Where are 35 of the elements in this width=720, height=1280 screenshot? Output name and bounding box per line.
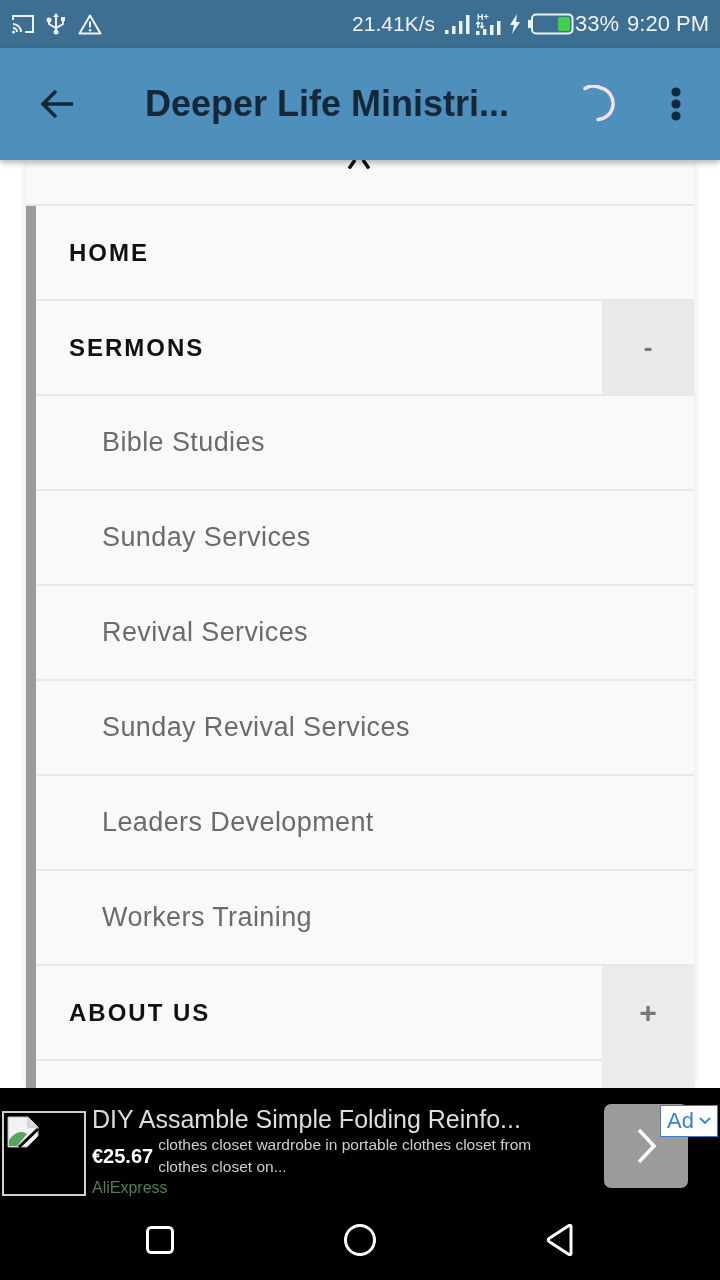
submenu-link[interactable]: Leaders Development: [36, 776, 694, 869]
submenu-link[interactable]: Sunday Revival Services: [36, 681, 694, 774]
triangle-back-icon: [546, 1224, 574, 1256]
usb-icon: [46, 13, 66, 35]
network-speed: 21.41K/s: [352, 12, 435, 36]
warning-icon: [78, 13, 102, 35]
network-type-label: H+: [477, 13, 489, 21]
more-options-icon: [671, 87, 681, 121]
submenu-link[interactable]: Workers Training: [36, 871, 694, 964]
cast-icon: [12, 14, 34, 34]
submenu-link[interactable]: Bible Studies: [36, 396, 694, 489]
square-icon: [146, 1226, 174, 1254]
app-title: Deeper Life Ministri...: [145, 83, 510, 125]
circle-icon: [344, 1224, 376, 1256]
broken-image-icon: [7, 1116, 39, 1148]
signal-icon: [445, 14, 471, 34]
back-arrow-icon: [40, 89, 74, 119]
menu-link[interactable]: HOME: [36, 206, 694, 299]
expand-toggle[interactable]: +: [602, 966, 694, 1061]
ad-price: €25.67: [92, 1144, 154, 1168]
advertiser-name: AliExpress: [92, 1178, 168, 1198]
mobile-signal-icon: [476, 21, 502, 35]
ad-choices-menu[interactable]: Ad: [660, 1105, 718, 1137]
close-icon[interactable]: [348, 160, 370, 169]
expand-toggle[interactable]: -: [602, 301, 694, 396]
chevron-down-icon: [699, 1117, 711, 1125]
ad-label: Ad: [667, 1108, 694, 1134]
clock-time: 9:20 PM: [627, 11, 709, 37]
battery-icon: [528, 13, 574, 35]
chevron-right-icon: [636, 1128, 656, 1164]
submenu-link[interactable]: Sunday Services: [36, 491, 694, 584]
ad-description: clothes closet wardrobe in portable clothes closet from clothes closet on...: [158, 1135, 533, 1177]
ad-title[interactable]: DIY Assamble Simple Folding Reinfo...: [92, 1104, 521, 1134]
submenu-link[interactable]: Revival Services: [36, 586, 694, 679]
battery-percent: 33%: [575, 11, 620, 37]
